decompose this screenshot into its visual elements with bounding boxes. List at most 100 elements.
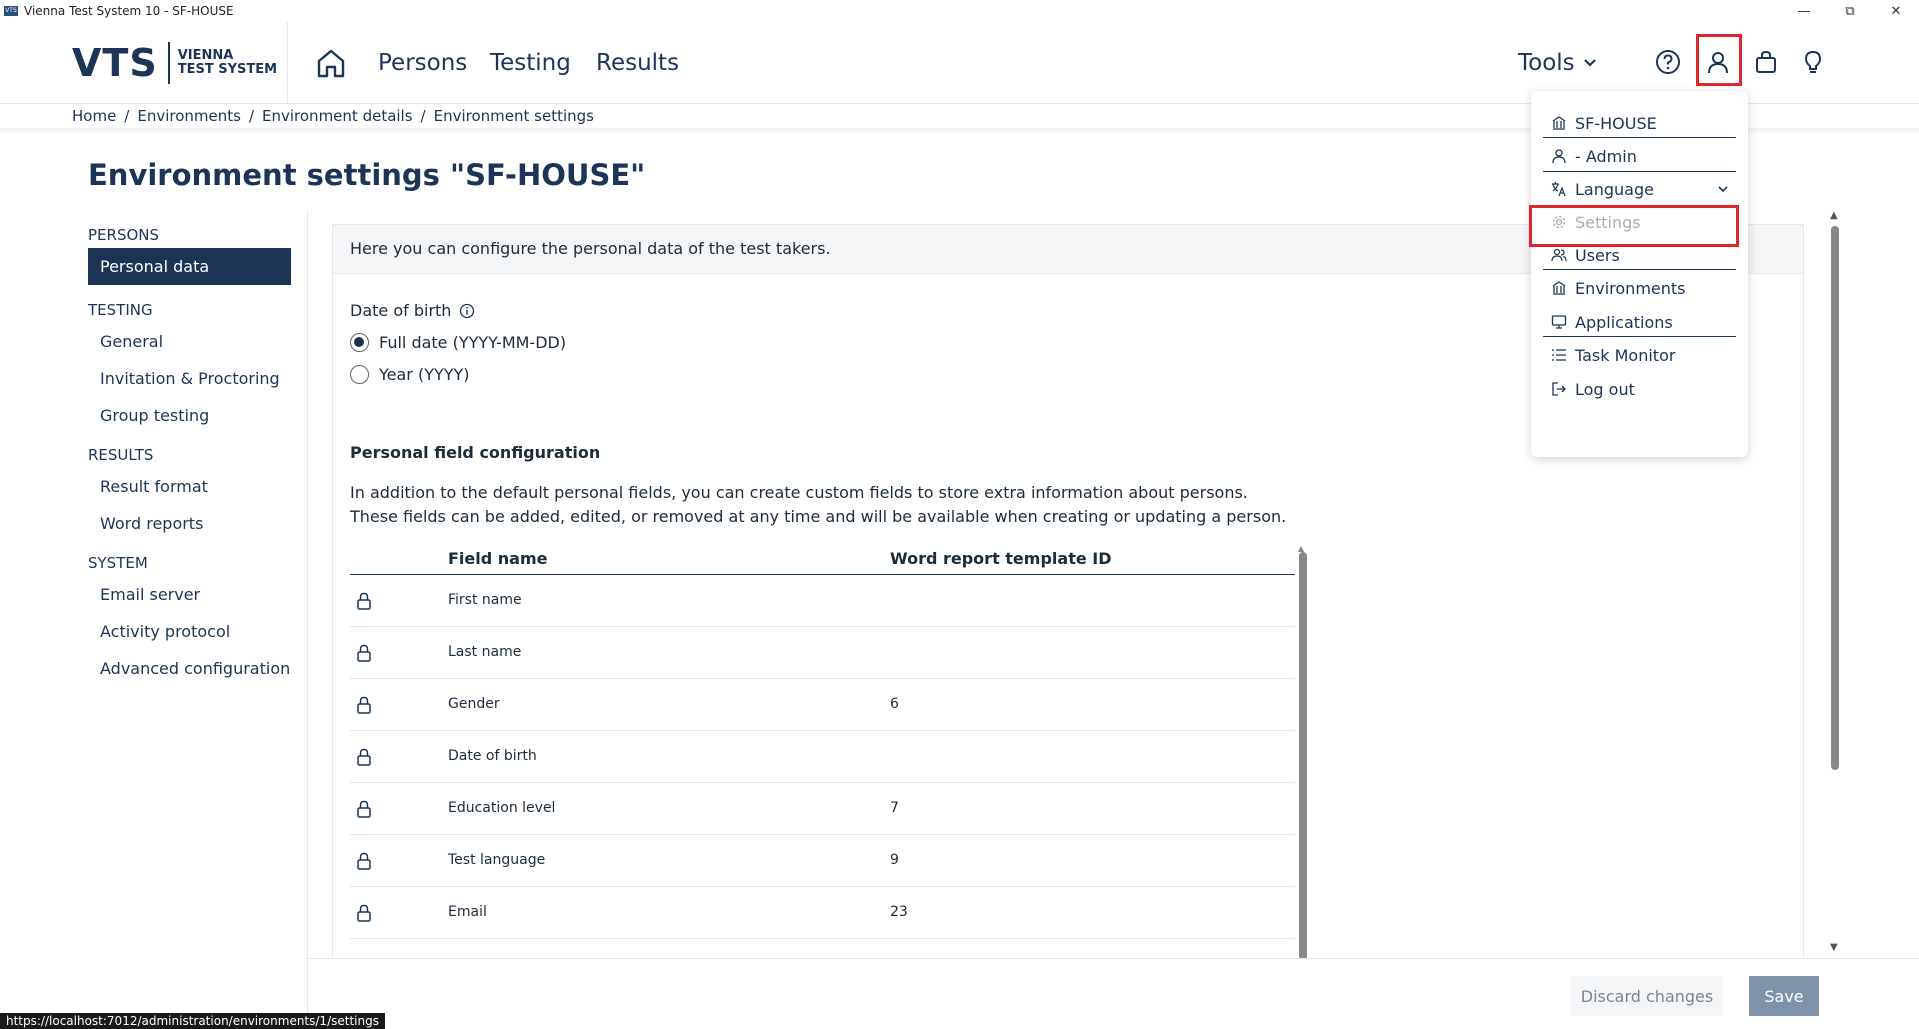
monitor-icon [1551,315,1567,329]
page-scrollbar[interactable] [1831,226,1839,770]
word-report-id: 23 [890,904,908,920]
logo-sub: VIENNA TEST SYSTEM [177,48,278,77]
window-titlebar: VTS Vienna Test System 10 - SF-HOUSE — ⧉… [0,0,1919,22]
sidebar-item-personal-data[interactable]: Personal data [88,248,291,285]
breadcrumb-environment-details[interactable]: Environment details [262,107,413,125]
menu-item-environment[interactable]: SF-HOUSE [1551,108,1657,138]
vts-logo[interactable]: VTS VIENNA TEST SYSTEM [72,40,277,86]
sidebar-section-system: SYSTEM [88,554,148,572]
sidebar-item-general[interactable]: General [88,323,308,360]
building-icon [1552,281,1566,295]
status-url: https://localhost:7012/administration/en… [0,1013,385,1029]
word-report-id: 7 [890,800,899,816]
logout-icon [1552,382,1566,396]
save-button[interactable]: Save [1749,976,1819,1016]
lock-icon [357,748,371,766]
dob-option-full-date[interactable]: Full date (YYYY-MM-DD) [350,333,566,352]
close-button[interactable]: ✕ [1873,0,1919,22]
sidebar-section-results: RESULTS [88,446,154,464]
settings-sidebar: PERSONS Personal data TESTING General In… [88,222,308,687]
lock-icon [357,644,371,662]
page-scroll-up[interactable]: ▲ [1830,210,1838,221]
field-name: Email [448,904,487,920]
menu-item-users[interactable]: Users [1551,240,1620,270]
lock-icon [357,800,371,818]
shopping-bag-icon[interactable] [1750,46,1782,78]
window-title: Vienna Test System 10 - SF-HOUSE [24,4,234,18]
field-name: Test language [448,852,546,868]
sidebar-item-invitation-proctoring[interactable]: Invitation & Proctoring [88,360,308,397]
nav-results[interactable]: Results [596,50,679,76]
word-report-id: 9 [890,852,899,868]
menu-item-environments[interactable]: Environments [1551,273,1686,303]
discard-changes-button[interactable]: Discard changes [1571,976,1723,1016]
building-icon [1552,116,1566,130]
page-title: Environment settings "SF-HOUSE" [88,158,646,192]
personal-fields-table: Field name Word report template ID First… [350,543,1295,939]
table-scrollbar[interactable] [1299,552,1307,960]
radio-year[interactable] [350,365,369,384]
word-report-id: 6 [890,696,899,712]
table-header: Field name Word report template ID [350,543,1295,575]
tools-menu[interactable]: Tools [1518,50,1597,76]
nav-persons[interactable]: Persons [378,50,467,76]
table-row[interactable]: Last name [350,627,1295,679]
lock-icon [357,904,371,922]
menu-item-applications[interactable]: Applications [1551,307,1673,337]
help-icon[interactable] [1652,46,1684,78]
table-row[interactable]: Education level 7 [350,783,1295,835]
sidebar-section-testing: TESTING [88,301,153,319]
user-icon [1552,149,1566,164]
nav-testing[interactable]: Testing [490,50,571,76]
minimize-button[interactable]: — [1781,0,1827,22]
table-row[interactable]: Email 23 [350,887,1295,939]
breadcrumb-home[interactable]: Home [72,107,116,125]
sidebar-item-advanced-configuration[interactable]: Advanced configuration [88,650,308,687]
pfc-title: Personal field configuration [350,443,601,462]
pfc-description: In addition to the default personal fiel… [350,483,1287,526]
menu-item-task-monitor[interactable]: Task Monitor [1551,340,1675,370]
radio-full-date[interactable] [350,333,369,352]
home-icon[interactable] [314,46,348,80]
lock-icon [357,696,371,714]
breadcrumb: Home / Environments / Environment detail… [72,107,594,125]
restore-button[interactable]: ⧉ [1827,0,1873,22]
menu-item-logout[interactable]: Log out [1551,374,1635,404]
users-icon [1551,248,1567,262]
list-icon [1552,349,1566,361]
breadcrumb-environments[interactable]: Environments [137,107,241,125]
chevron-down-icon [1718,186,1728,193]
table-row[interactable]: Gender 6 [350,679,1295,731]
lock-icon [357,852,371,870]
dob-option-year[interactable]: Year (YYYY) [350,365,470,384]
menu-item-language[interactable]: Language [1551,174,1731,204]
info-icon[interactable] [459,303,475,319]
sidebar-item-activity-protocol[interactable]: Activity protocol [88,613,308,650]
page-scroll-down[interactable]: ▼ [1830,942,1838,953]
table-row[interactable]: First name [350,575,1295,627]
field-name: Last name [448,644,522,660]
col-word-report-id[interactable]: Word report template ID [890,549,1112,568]
sidebar-item-group-testing[interactable]: Group testing [88,397,308,434]
field-name: Gender [448,696,500,712]
dob-label: Date of birth [350,301,475,320]
chevron-down-icon [1583,59,1596,67]
user-icon-highlight [1696,34,1742,86]
tools-label: Tools [1518,50,1575,76]
sidebar-section-persons: PERSONS [88,226,160,244]
logo-main: VTS [72,41,158,85]
field-name: First name [448,592,522,608]
col-field-name[interactable]: Field name [448,549,547,568]
field-name: Date of birth [448,748,537,764]
app-icon: VTS [4,6,18,16]
table-row[interactable]: Test language 9 [350,835,1295,887]
sidebar-item-word-reports[interactable]: Word reports [88,505,308,542]
user-menu: SF-HOUSE - Admin Language Settings Users… [1529,91,1748,457]
lightbulb-icon[interactable] [1797,46,1829,78]
sidebar-item-result-format[interactable]: Result format [88,468,308,505]
breadcrumb-environment-settings: Environment settings [433,107,594,125]
sidebar-item-email-server[interactable]: Email server [88,576,308,613]
table-row[interactable]: Date of birth [350,731,1295,783]
translate-icon [1552,182,1566,197]
menu-item-user[interactable]: - Admin [1551,141,1637,171]
